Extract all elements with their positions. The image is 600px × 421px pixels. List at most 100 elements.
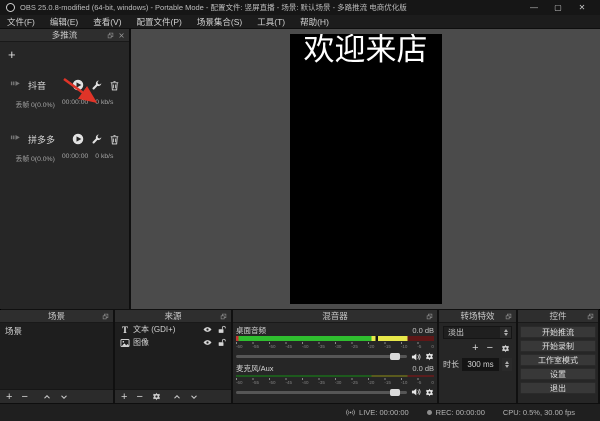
stream-item-douyin[interactable]: 抖音: [0, 77, 129, 93]
close-dock-icon[interactable]: [118, 32, 125, 39]
volume-slider[interactable]: [236, 391, 407, 394]
transition-select-spinner[interactable]: [500, 327, 511, 338]
preview-area: 欢迎来店: [131, 29, 600, 309]
channel-db-value: 0.0 dB: [412, 364, 434, 373]
menu-item-view[interactable]: 查看(V): [93, 16, 121, 28]
settings-button[interactable]: 设置: [520, 368, 596, 380]
float-dock-icon[interactable]: [220, 313, 227, 320]
transition-selected-value: 淡出: [444, 327, 500, 338]
stream-settings-wrench-icon[interactable]: [91, 80, 102, 91]
channel-settings-gear-icon[interactable]: [425, 352, 434, 361]
add-stream-button[interactable]: +: [8, 47, 16, 62]
source-row-image[interactable]: 图像: [115, 336, 231, 349]
float-dock-icon[interactable]: [587, 313, 594, 320]
visibility-eye-icon[interactable]: [203, 325, 212, 334]
transition-select[interactable]: 淡出: [443, 326, 512, 339]
menu-item-scene-collection[interactable]: 场景集合(S): [197, 16, 242, 28]
stream-settings-wrench-icon[interactable]: [91, 134, 102, 145]
move-scene-up-icon[interactable]: [43, 393, 51, 401]
mute-speaker-icon[interactable]: [411, 352, 421, 362]
menu-item-tools[interactable]: 工具(T): [257, 16, 285, 28]
menu-item-help[interactable]: 帮助(H): [300, 16, 329, 28]
visibility-eye-icon[interactable]: [203, 338, 212, 347]
scenes-panel-header[interactable]: 场景: [0, 310, 113, 323]
mixer-channel-desktop-audio: 桌面音频 0.0 dB -60-55-50-45-40-35-30-25-20-…: [236, 326, 434, 363]
obs-logo-icon: [6, 3, 15, 12]
lock-icon[interactable]: [217, 325, 226, 334]
start-recording-button[interactable]: 开始录制: [520, 340, 596, 352]
move-source-up-icon[interactable]: [173, 393, 181, 401]
move-scene-down-icon[interactable]: [60, 393, 68, 401]
menu-item-profile[interactable]: 配置文件(P): [137, 16, 182, 28]
duration-input[interactable]: 300 ms: [462, 358, 499, 371]
source-properties-gear-icon[interactable]: [152, 392, 161, 401]
sources-panel-header[interactable]: 来源: [115, 310, 231, 323]
float-dock-icon[interactable]: [426, 313, 433, 320]
scenes-toolbar: + −: [0, 389, 113, 403]
controls-panel-title: 控件: [549, 310, 566, 322]
channel-db-value: 0.0 dB: [412, 326, 434, 335]
spinner-down-icon: [504, 333, 508, 336]
canvas-text-source: 欢迎来店: [290, 34, 442, 66]
stream-bitrate: 0 kb/s: [95, 99, 113, 109]
close-button[interactable]: ✕: [570, 0, 594, 15]
scenes-list: 场景: [0, 323, 113, 389]
program-canvas[interactable]: 欢迎来店: [290, 34, 442, 304]
scene-list-item[interactable]: 场景: [0, 323, 113, 339]
studio-mode-button[interactable]: 工作室模式: [520, 354, 596, 366]
minimize-button[interactable]: —: [522, 0, 546, 15]
stream-item-pinduoduo[interactable]: 拼多多: [0, 131, 129, 147]
remove-source-button[interactable]: −: [136, 391, 142, 403]
mute-speaker-icon[interactable]: [411, 387, 421, 397]
start-stream-icon[interactable]: [72, 133, 84, 145]
mixer-body: 桌面音频 0.0 dB -60-55-50-45-40-35-30-25-20-…: [233, 323, 437, 403]
multistream-header-icons: [107, 29, 125, 42]
duration-label: 时长: [443, 359, 459, 370]
transitions-panel-header[interactable]: 转场特效: [439, 310, 516, 323]
stream-time: 00:00:00: [62, 153, 88, 163]
controls-body: 开始推流 开始录制 工作室模式 设置 退出: [518, 323, 598, 403]
add-transition-button[interactable]: +: [472, 342, 478, 354]
float-dock-icon[interactable]: [107, 32, 114, 39]
move-source-down-icon[interactable]: [190, 393, 198, 401]
volume-slider-handle[interactable]: [390, 389, 400, 396]
controls-panel-header[interactable]: 控件: [518, 310, 598, 323]
start-stream-icon[interactable]: [72, 79, 84, 91]
transition-properties-gear-icon[interactable]: [501, 344, 510, 353]
float-dock-icon[interactable]: [102, 313, 109, 320]
spinner-up-icon: [505, 361, 509, 364]
remove-transition-button[interactable]: −: [487, 342, 493, 354]
stream-stats: 丢帧 0(0.0%) 00:00:00 0 kb/s: [0, 99, 129, 109]
source-row-text[interactable]: T 文本 (GDI+): [115, 323, 231, 336]
delete-stream-trash-icon[interactable]: [109, 134, 120, 145]
delete-stream-trash-icon[interactable]: [109, 80, 120, 91]
spinner-up-icon: [504, 329, 508, 332]
menu-item-edit[interactable]: 编辑(E): [50, 16, 78, 28]
duration-spinner[interactable]: [502, 358, 512, 371]
sources-toolbar: + −: [115, 389, 231, 403]
multistream-panel-header[interactable]: 多推流: [0, 29, 129, 42]
channel-settings-gear-icon[interactable]: [425, 388, 434, 397]
title-bar[interactable]: OBS 25.0.8-modified (64-bit, windows) - …: [0, 0, 600, 15]
multistream-panel: 多推流 + 抖音 丢帧 0(0.0%) 00:00: [0, 29, 130, 309]
remove-scene-button[interactable]: −: [21, 391, 27, 403]
live-timer: LIVE: 00:00:00: [359, 408, 409, 417]
volume-slider-handle[interactable]: [390, 353, 400, 360]
multistream-panel-title: 多推流: [52, 29, 78, 41]
broadcast-icon: [346, 408, 355, 417]
transitions-panel-title: 转场特效: [460, 310, 494, 322]
db-scale: -60-55-50-45-40-35-30-25-20-15-10-50: [236, 378, 434, 386]
lock-icon[interactable]: [217, 338, 226, 347]
mixer-panel-header[interactable]: 混音器: [233, 310, 437, 323]
stream-status-icon: [9, 134, 22, 144]
maximize-button[interactable]: ▢: [546, 0, 570, 15]
menu-item-file[interactable]: 文件(F): [7, 16, 35, 28]
add-source-button[interactable]: +: [121, 391, 127, 403]
stream-actions: [72, 133, 120, 145]
float-dock-icon[interactable]: [505, 313, 512, 320]
channel-name: 桌面音频: [236, 325, 266, 336]
exit-button[interactable]: 退出: [520, 382, 596, 394]
start-streaming-button[interactable]: 开始推流: [520, 326, 596, 338]
volume-slider[interactable]: [236, 355, 407, 358]
add-scene-button[interactable]: +: [6, 391, 12, 403]
